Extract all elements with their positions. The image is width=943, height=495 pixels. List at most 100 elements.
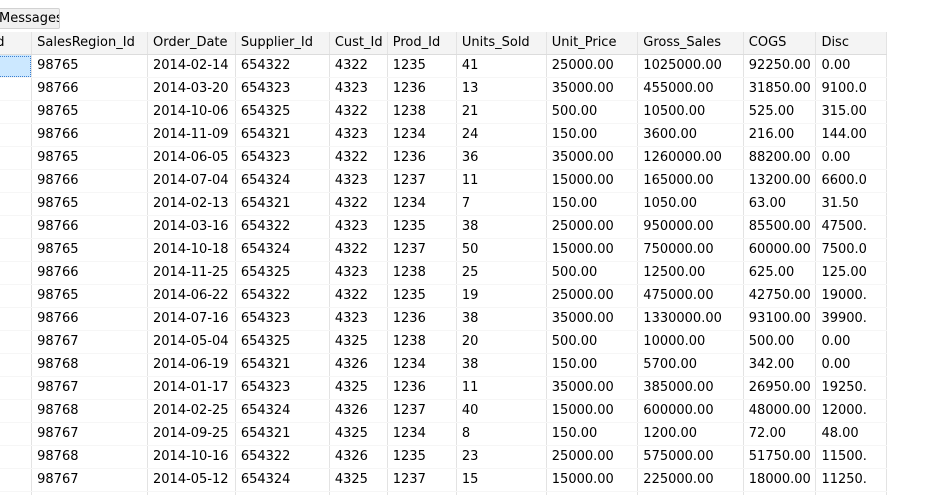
table-row[interactable]: 01987662014-11-256543254323123825500.001… bbox=[0, 261, 887, 285]
table-row[interactable]: 99987662014-03-16654322432312353825000.0… bbox=[0, 215, 887, 239]
grid-cell[interactable]: 1236 bbox=[387, 77, 457, 101]
grid-cell[interactable]: 500.00 bbox=[546, 261, 639, 285]
grid-cell[interactable]: 2014-06-05 bbox=[147, 146, 236, 170]
grid-cell[interactable]: 10500.00 bbox=[637, 100, 744, 124]
grid-cell[interactable]: 1238 bbox=[387, 261, 457, 285]
table-row[interactable]: 10987672014-05-12654324432512371515000.0… bbox=[0, 468, 887, 492]
grid-cell[interactable]: 25000.00 bbox=[546, 215, 639, 239]
grid-cell[interactable]: 35000.00 bbox=[546, 376, 639, 400]
grid-cell[interactable]: 2014-11-25 bbox=[147, 261, 236, 285]
grid-cell[interactable]: 0.00 bbox=[815, 54, 887, 78]
grid-cell[interactable]: 4323 bbox=[329, 169, 388, 193]
grid-cell[interactable]: 2014-09-25 bbox=[147, 422, 236, 446]
grid-cell[interactable]: 1238 bbox=[387, 491, 457, 495]
grid-cell[interactable]: 07 bbox=[0, 399, 33, 423]
grid-cell[interactable]: 88200.00 bbox=[743, 146, 817, 170]
grid-cell[interactable]: 12000. bbox=[815, 399, 887, 423]
table-row[interactable]: 97987662014-07-04654324432312371115000.0… bbox=[0, 169, 887, 193]
grid-cell[interactable]: 11250. bbox=[815, 468, 887, 492]
grid-cell[interactable]: 654325 bbox=[235, 100, 330, 124]
table-row[interactable]: 09987682014-10-16654322432612352325000.0… bbox=[0, 445, 887, 469]
grid-cell[interactable]: 11 bbox=[456, 169, 547, 193]
grid-cell[interactable]: 72.00 bbox=[743, 422, 817, 446]
grid-cell[interactable]: 1330000.00 bbox=[637, 307, 744, 331]
grid-cell[interactable]: 47500. bbox=[815, 215, 887, 239]
table-row[interactable]: 05987682014-06-196543214326123438150.005… bbox=[0, 353, 887, 377]
grid-cell[interactable]: 1236 bbox=[387, 307, 457, 331]
grid-cell[interactable]: 125.00 bbox=[815, 261, 887, 285]
grid-cell[interactable]: 19 bbox=[456, 284, 547, 308]
grid-cell[interactable]: 750000.00 bbox=[637, 238, 744, 262]
grid-cell[interactable]: 1234 bbox=[387, 123, 457, 147]
grid-cell[interactable]: 97 bbox=[0, 169, 33, 193]
grid-cell[interactable]: 13 bbox=[456, 77, 547, 101]
grid-cell[interactable]: 4326 bbox=[329, 491, 388, 495]
grid-cell[interactable]: 15000.00 bbox=[546, 169, 639, 193]
table-row[interactable]: 93987662014-03-20654323432312361335000.0… bbox=[0, 77, 887, 101]
column-header-units-sold[interactable]: Units_Sold bbox=[456, 32, 547, 55]
grid-cell[interactable]: 98765 bbox=[31, 54, 148, 78]
grid-cell[interactable]: 654321 bbox=[235, 192, 330, 216]
grid-cell[interactable]: 0.00 bbox=[815, 146, 887, 170]
grid-cell[interactable]: 654323 bbox=[235, 376, 330, 400]
grid-cell[interactable]: 94 bbox=[0, 100, 33, 124]
grid-cell[interactable]: 1236 bbox=[387, 146, 457, 170]
grid-cell[interactable]: 63.00 bbox=[743, 192, 817, 216]
grid-cell[interactable]: 385000.00 bbox=[637, 376, 744, 400]
grid-cell[interactable]: 4326 bbox=[329, 445, 388, 469]
grid-cell[interactable]: 38 bbox=[456, 353, 547, 377]
grid-cell[interactable]: 2014-06-13 bbox=[147, 491, 236, 495]
grid-cell[interactable]: 98766 bbox=[31, 307, 148, 331]
grid-cell[interactable]: 4325 bbox=[329, 330, 388, 354]
grid-cell[interactable]: 500.00 bbox=[743, 330, 817, 354]
grid-cell[interactable]: 4323 bbox=[329, 123, 388, 147]
grid-cell[interactable]: 1238 bbox=[387, 100, 457, 124]
grid-cell[interactable]: 98765 bbox=[31, 100, 148, 124]
grid-cell[interactable]: 1050.00 bbox=[637, 192, 744, 216]
grid-cell[interactable]: 654323 bbox=[235, 77, 330, 101]
grid-cell[interactable]: 4322 bbox=[329, 54, 388, 78]
grid-cell[interactable]: 654324 bbox=[235, 238, 330, 262]
table-row[interactable]: 02987652014-06-22654322432212351925000.0… bbox=[0, 284, 887, 308]
grid-cell[interactable]: 575000.00 bbox=[637, 445, 744, 469]
grid-cell[interactable]: 1234 bbox=[387, 353, 457, 377]
grid-cell[interactable]: 5700.00 bbox=[637, 353, 744, 377]
grid-cell[interactable]: 39900. bbox=[815, 307, 887, 331]
grid-cell[interactable]: 9100.0 bbox=[815, 77, 887, 101]
grid-cell[interactable]: 0.00 bbox=[815, 491, 887, 495]
grid-cell[interactable]: 19000. bbox=[815, 284, 887, 308]
table-row[interactable]: 00987652014-10-18654324432212375015000.0… bbox=[0, 238, 887, 262]
tab-messages[interactable]: Messages bbox=[0, 8, 60, 29]
grid-cell[interactable]: 2014-10-06 bbox=[147, 100, 236, 124]
grid-cell[interactable]: 48.00 bbox=[815, 422, 887, 446]
grid-cell[interactable]: 2014-10-16 bbox=[147, 445, 236, 469]
grid-cell[interactable]: 2014-05-04 bbox=[147, 330, 236, 354]
grid-cell[interactable]: 1260000.00 bbox=[637, 146, 744, 170]
grid-cell[interactable]: 2014-02-14 bbox=[147, 54, 236, 78]
grid-cell[interactable]: 11 bbox=[0, 491, 33, 495]
table-row[interactable]: 07987682014-02-25654324432612374015000.0… bbox=[0, 399, 887, 423]
grid-cell[interactable]: 2014-06-22 bbox=[147, 284, 236, 308]
table-row[interactable]: 96987652014-06-05654323432212363635000.0… bbox=[0, 146, 887, 170]
grid-cell[interactable]: 315.00 bbox=[815, 100, 887, 124]
grid-cell[interactable]: 4322 bbox=[329, 100, 388, 124]
grid-cell[interactable]: 0.00 bbox=[815, 353, 887, 377]
grid-cell[interactable]: 25000.00 bbox=[546, 445, 639, 469]
grid-cell[interactable]: 1200.00 bbox=[637, 422, 744, 446]
grid-cell[interactable]: 1237 bbox=[387, 238, 457, 262]
grid-cell[interactable]: 15000.00 bbox=[546, 238, 639, 262]
grid-cell[interactable]: 654325 bbox=[235, 491, 330, 495]
grid-cell[interactable]: 98768 bbox=[31, 399, 148, 423]
grid-cell[interactable]: 98767 bbox=[31, 422, 148, 446]
grid-cell[interactable]: 654324 bbox=[235, 169, 330, 193]
grid-cell[interactable]: 98768 bbox=[31, 353, 148, 377]
grid-cell[interactable]: 4322 bbox=[329, 146, 388, 170]
grid-cell[interactable]: 1025000.00 bbox=[637, 54, 744, 78]
grid-cell[interactable]: 654324 bbox=[235, 468, 330, 492]
grid-cell[interactable]: 93100.00 bbox=[743, 307, 817, 331]
table-row[interactable]: 98987652014-02-13654321432212347150.0010… bbox=[0, 192, 887, 216]
grid-cell[interactable]: 500.00 bbox=[546, 491, 639, 495]
grid-cell[interactable]: 225000.00 bbox=[637, 468, 744, 492]
table-row[interactable]: 94987652014-10-066543254322123821500.001… bbox=[0, 100, 887, 124]
grid-cell[interactable]: 654322 bbox=[235, 284, 330, 308]
